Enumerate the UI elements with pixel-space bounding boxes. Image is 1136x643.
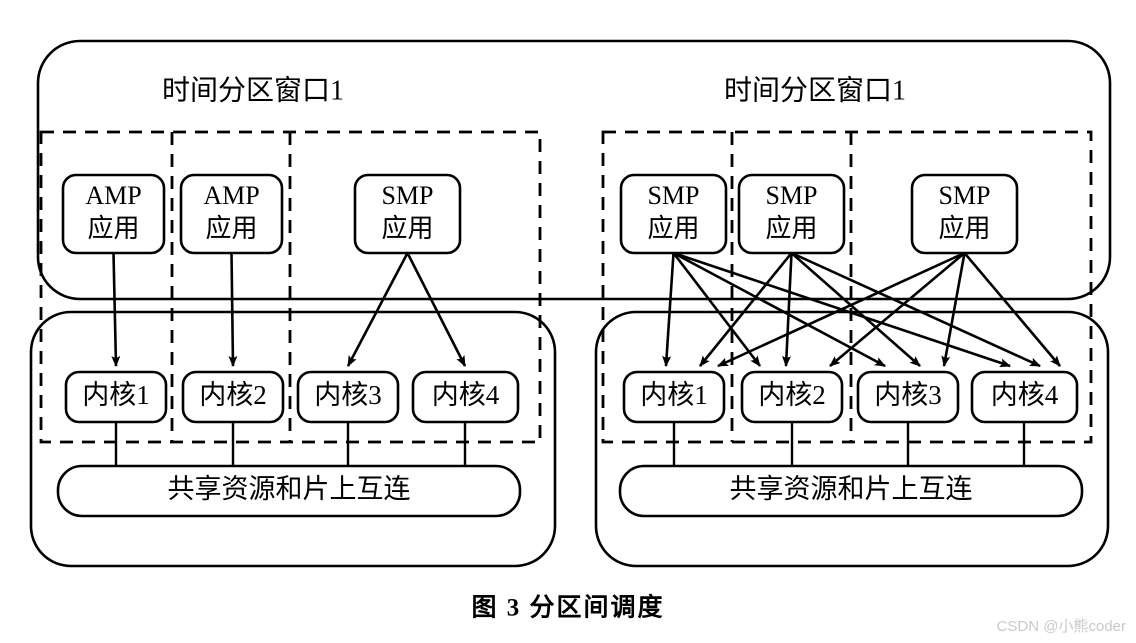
app-label-right-3-latin: SMP [938,181,990,210]
arrow-left-app2-core2 [228,252,238,367]
core-label-left-2: 内核2 [199,380,267,410]
diagram-canvas: 时间分区窗口1 AMP 应用 AMP 应用 SMP 应用 内核1 内核2 内核3… [29,39,1126,635]
arrow-right-app1-core1 [662,252,675,367]
arrow-left-app1-core1 [111,252,121,367]
csdn-watermark: CSDN @小熊coder [997,618,1126,635]
app-label-left-3-cn: 应用 [381,214,433,243]
app-label-left-1-latin: AMP [85,181,141,210]
arrow-left-app3-core3 [346,252,409,367]
app-label-right-2-cn: 应用 [765,214,817,243]
app-label-left-2-cn: 应用 [205,214,257,243]
app-label-left-1-cn: 应用 [87,214,139,243]
core-label-left-1: 内核1 [82,380,150,410]
core-label-left-3: 内核3 [314,380,382,410]
arrow-right-app2-core2 [781,252,793,367]
app-label-left-3-latin: SMP [381,181,433,210]
app-label-right-3-cn: 应用 [938,214,990,243]
core-label-right-2: 内核2 [758,380,826,410]
panel-right: 时间分区窗口1 SMP 应用 SMP 应用 SMP 应用 内核1 内核2 内核3… [594,74,1110,568]
app-label-left-2-latin: AMP [203,181,259,210]
core-label-right-1: 内核1 [640,380,708,410]
core-label-right-3: 内核3 [874,380,942,410]
figure-container: 时间分区窗口1 AMP 应用 AMP 应用 SMP 应用 内核1 内核2 内核3… [0,0,1136,643]
core-label-left-4: 内核4 [432,380,500,410]
panel-left: 时间分区窗口1 AMP 应用 AMP 应用 SMP 应用 内核1 内核2 内核3… [29,74,557,568]
window-title-left: 时间分区窗口1 [162,74,344,106]
bus-label-left: 共享资源和片上互连 [168,474,411,504]
arrow-right-app3-core1 [717,251,966,368]
figure-caption: 图 3 分区间调度 [471,593,664,622]
app-label-right-2-latin: SMP [765,181,817,210]
hardware-container-left [29,310,557,568]
app-label-right-1-cn: 应用 [647,214,699,243]
arrow-right-app3-core4 [963,252,1061,367]
arrow-left-app3-core4 [406,252,467,367]
window-title-right: 时间分区窗口1 [724,74,906,106]
bus-label-right: 共享资源和片上互连 [730,474,973,504]
app-label-right-1-latin: SMP [647,181,699,210]
arrow-right-app2-core4 [790,251,1041,368]
core-label-right-4: 内核4 [991,380,1059,410]
